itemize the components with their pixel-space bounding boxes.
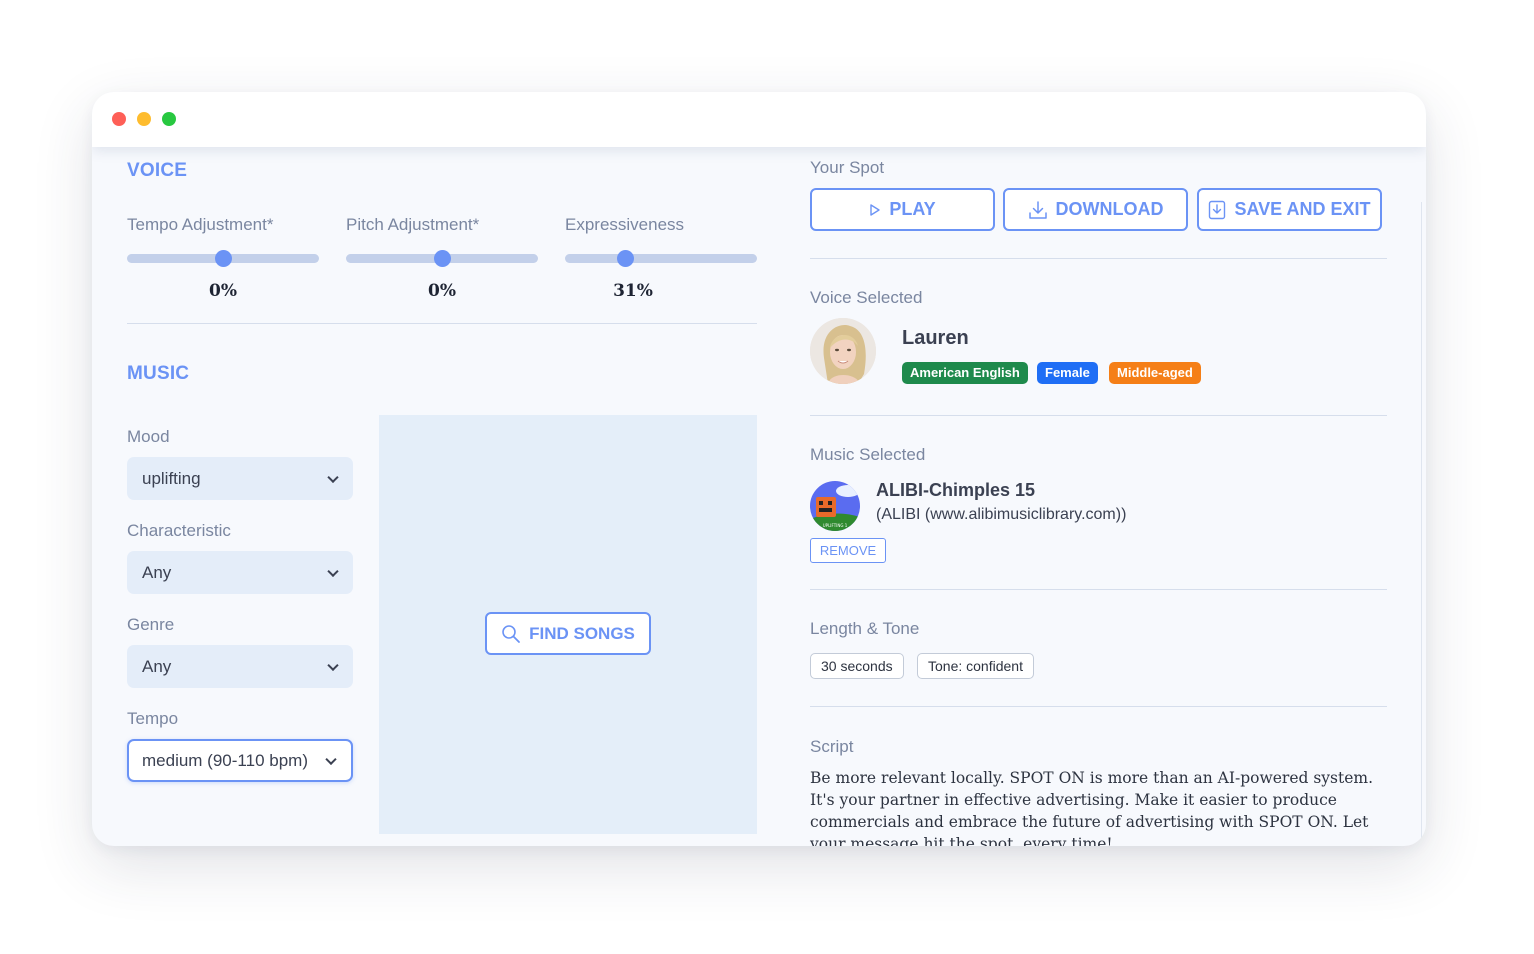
tempo-adjustment-label: Tempo Adjustment* [127, 215, 274, 234]
pitch-adjustment-slider[interactable] [346, 250, 538, 267]
expressiveness-label: Expressiveness [565, 215, 685, 234]
badge-gender: Female [1037, 362, 1098, 384]
play-button[interactable]: PLAY [810, 188, 995, 231]
maximize-window-button[interactable] [162, 112, 176, 126]
remove-music-button[interactable]: REMOVE [810, 538, 886, 563]
divider [810, 258, 1387, 259]
chevron-down-icon [327, 471, 339, 483]
mood-label: Mood [127, 427, 170, 446]
find-songs-label: FIND SONGS [529, 623, 635, 643]
your-spot-heading: Your Spot [810, 158, 885, 177]
save-and-exit-label: SAVE AND EXIT [1234, 199, 1371, 219]
characteristic-select[interactable]: Any [127, 551, 353, 594]
download-icon [1028, 200, 1047, 219]
chevron-down-icon [327, 565, 339, 577]
genre-label: Genre [127, 615, 175, 634]
tempo-label: Tempo [127, 709, 179, 728]
genre-select[interactable]: Any [127, 645, 353, 688]
minimize-window-button[interactable] [137, 112, 151, 126]
album-cover: UPLIFTING 1 [810, 481, 860, 531]
expressiveness-value: 31% [613, 281, 653, 301]
track-title: ALIBI-Chimples 15 [876, 480, 1036, 500]
length-chip: 30 seconds [810, 653, 904, 679]
script-heading: Script [810, 737, 854, 756]
play-label: PLAY [889, 199, 936, 219]
songs-results-panel: FIND SONGS [379, 415, 757, 834]
chevron-down-icon [325, 753, 337, 765]
slider-thumb[interactable] [434, 250, 451, 267]
tempo-adjustment-slider[interactable] [127, 250, 319, 267]
scrollbar[interactable] [1421, 202, 1422, 846]
tempo-adjustment-value: 0% [209, 281, 237, 301]
save-and-exit-button[interactable]: SAVE AND EXIT [1197, 188, 1382, 231]
pitch-adjustment-label: Pitch Adjustment* [346, 215, 480, 234]
divider [810, 589, 1387, 590]
divider [127, 323, 757, 324]
app-window: VOICE Tempo Adjustment* 0% Pitch Adjustm… [92, 92, 1426, 846]
find-songs-button[interactable]: FIND SONGS [485, 612, 651, 655]
tempo-select[interactable]: medium (90-110 bpm) [127, 739, 353, 782]
characteristic-label: Characteristic [127, 521, 231, 540]
mood-select[interactable]: uplifting [127, 457, 353, 500]
title-bar [92, 92, 1426, 147]
genre-select-value: Any [142, 657, 172, 676]
voice-avatar [810, 318, 876, 384]
play-icon [870, 203, 881, 216]
voice-selected-heading: Voice Selected [810, 288, 923, 307]
slider-thumb[interactable] [616, 250, 634, 267]
close-window-button[interactable] [112, 112, 126, 126]
download-label: DOWNLOAD [1055, 199, 1164, 219]
download-button[interactable]: DOWNLOAD [1003, 188, 1188, 231]
cover-caption: UPLIFTING 1 [823, 523, 848, 528]
badge-accent: American English [902, 362, 1028, 384]
voice-section-title: VOICE [127, 160, 188, 181]
voice-name: Lauren [902, 327, 969, 349]
divider [810, 415, 1387, 416]
expressiveness-slider[interactable] [565, 250, 757, 267]
save-exit-icon [1209, 200, 1226, 219]
tone-chip: Tone: confident [917, 653, 1034, 679]
length-tone-heading: Length & Tone [810, 619, 920, 638]
characteristic-select-value: Any [142, 563, 172, 582]
search-icon [502, 624, 520, 643]
chevron-down-icon [327, 659, 339, 671]
music-section-title: MUSIC [127, 363, 190, 384]
divider [810, 706, 1387, 707]
main-content: VOICE Tempo Adjustment* 0% Pitch Adjustm… [92, 147, 1426, 846]
script-text: Be more relevant locally. SPOT ON is mor… [810, 769, 1374, 846]
mood-select-value: uplifting [142, 469, 201, 488]
pitch-adjustment-value: 0% [428, 281, 456, 301]
badge-age: Middle-aged [1109, 362, 1201, 384]
tempo-select-value: medium (90-110 bpm) [142, 751, 308, 770]
slider-thumb[interactable] [215, 250, 232, 267]
track-source: (ALIBI (www.alibimusiclibrary.com)) [876, 506, 1127, 523]
music-selected-heading: Music Selected [810, 445, 926, 464]
